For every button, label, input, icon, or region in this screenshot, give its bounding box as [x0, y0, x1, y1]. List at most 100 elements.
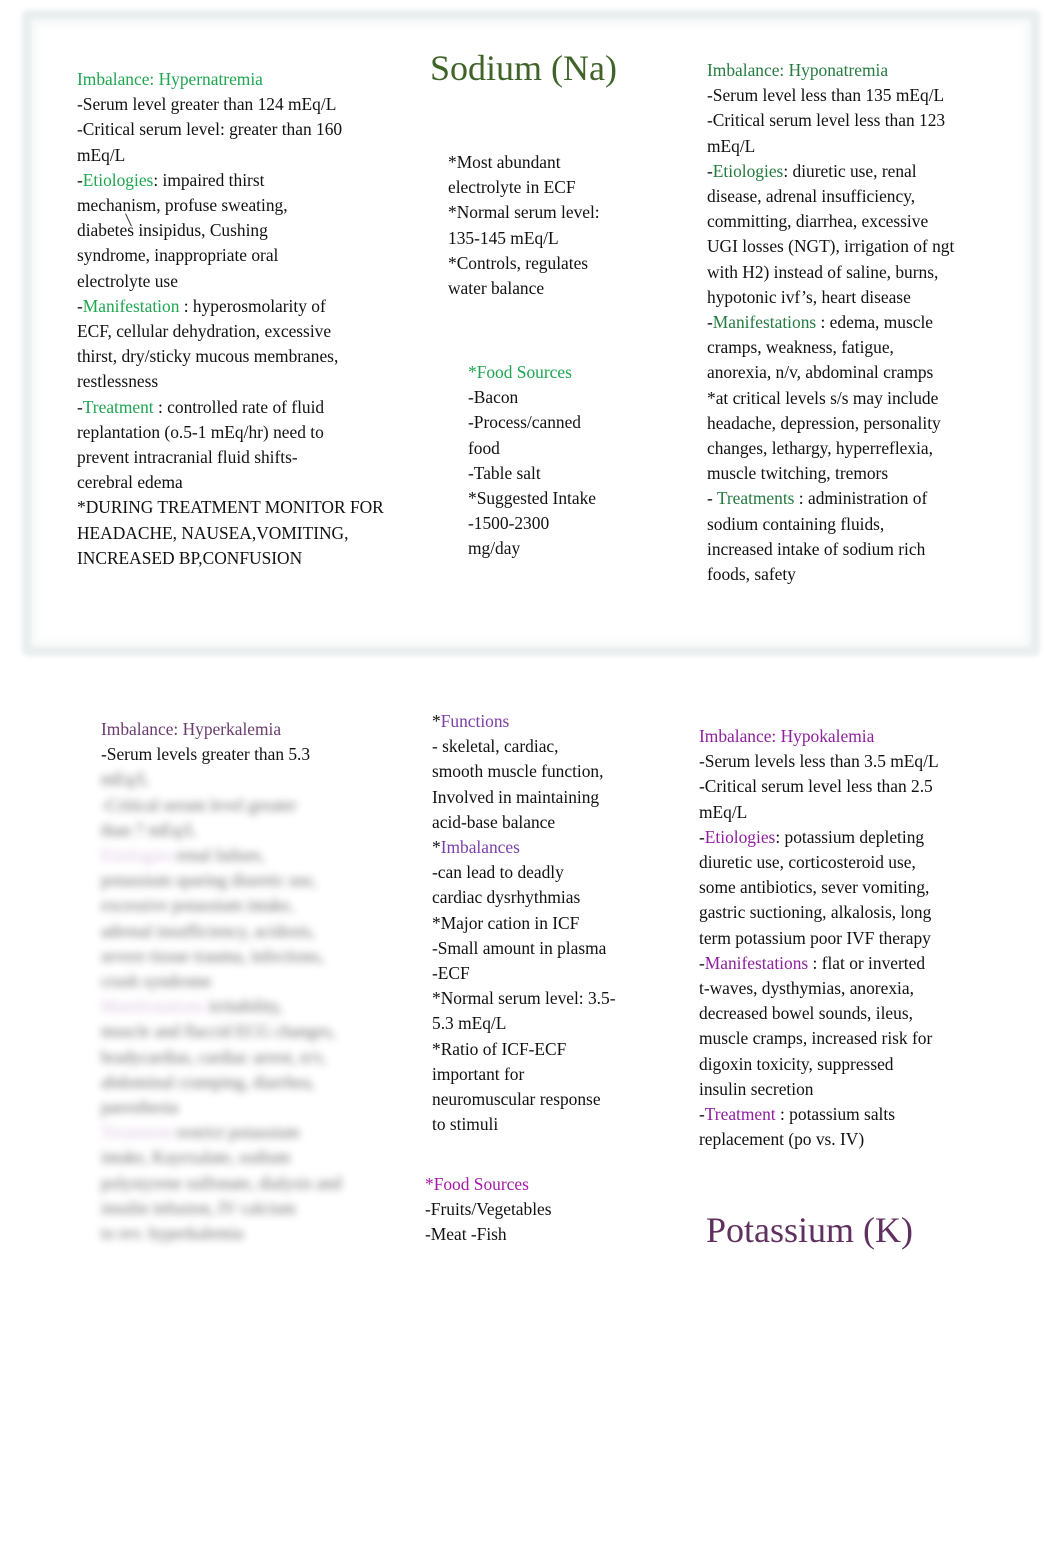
manifestations-text: insulin secretion	[699, 1078, 814, 1099]
sodium-food-item: food	[468, 437, 500, 458]
imbalances-text: cardiac dysrhythmias	[432, 887, 581, 908]
functions-text: Involved in maintaining	[432, 786, 600, 807]
imbalances-text: neuromuscular response	[432, 1089, 601, 1110]
hypernatremia-line: -Serum level greater than 124 mEq/L	[77, 94, 337, 115]
blurred-line: insulin infusion, IV calcium	[101, 1197, 296, 1218]
functions-heading: Functions	[440, 711, 510, 731]
treatment-text: : controlled rate of fluid	[153, 396, 325, 417]
imbalances-text: important for	[432, 1063, 525, 1084]
sodium-fact: *Normal serum level:	[448, 202, 600, 223]
imbalances-text: *Normal serum level: 3.5-	[432, 988, 616, 1009]
hyponatremia-line: -Serum level less than 135 mEq/L	[707, 85, 945, 106]
blurred-highlight: Etiologies	[101, 845, 172, 866]
imbalances-text: -ECF	[432, 963, 470, 984]
treatment-text: prevent intracranial fluid shifts-	[77, 447, 298, 468]
sodium-title: Sodium (Na)	[430, 48, 617, 88]
manifestations-text: cramps, weakness, fatigue,	[707, 337, 894, 358]
treatment-text: replacement (po vs. IV)	[699, 1129, 865, 1150]
blurred-line: than 7 mEq/L	[101, 819, 197, 840]
manifestations-text: headache, depression, personality	[707, 412, 941, 433]
manifestations-label: Manifestations	[704, 952, 809, 973]
etiologies-text: UGI losses (NGT), irrigation of ngt	[707, 236, 955, 257]
hypernatremia-manifestation: -Manifestation : hyperosmolarity of	[77, 295, 326, 316]
imbalances-text: to stimuli	[432, 1114, 499, 1135]
blurred-line: crush syndrome	[101, 971, 212, 992]
blurred-text: restrict potassium	[176, 1122, 300, 1143]
etiologies-text: : impaired thirst	[153, 169, 265, 190]
manifestations-text: muscle twitching, tremors	[707, 463, 889, 484]
etiologies-label: Etiologies	[712, 160, 784, 181]
imbalances-text: *Ratio of ICF-ECF	[432, 1038, 567, 1059]
sodium-food-sources: *Food Sources -Bacon -Process/canned foo…	[468, 360, 596, 562]
sodium-fact: *Most abundant	[448, 152, 561, 172]
hyponatremia-treatments: - Treatments : administration of	[707, 488, 928, 509]
hypernatremia-etiologies: -Etiologies: impaired thirst	[77, 169, 265, 190]
etiologies-text: hypotonic ivf’s, heart disease	[707, 286, 911, 307]
treatment-text: INCREASED BP,CONFUSION	[77, 547, 303, 568]
manifestations-text: changes, lethargy, hyperreflexia,	[707, 438, 933, 459]
etiologies-text: : diuretic use, renal	[783, 160, 917, 181]
blurred-line: adrenal insufficiency, acidosis,	[101, 920, 315, 941]
blurred-line: bradycardias, cardiac arrest, n/v,	[101, 1046, 326, 1067]
blurred-line: muscle and flaccid ECG changes,	[101, 1021, 336, 1042]
hyponatremia-column: Imbalance: Hyponatremia -Serum level les…	[707, 58, 954, 587]
hyperkalemia-line: -Serum levels greater than 5.3	[101, 744, 311, 765]
sodium-facts: *Most abundant electrolyte in ECF *Norma…	[448, 150, 600, 301]
functions-text: - skeletal, cardiac,	[432, 736, 559, 757]
sodium-fact: water balance	[448, 278, 545, 299]
imbalances-heading-line: *Imbalances	[432, 837, 520, 858]
sodium-food-heading: *Food Sources	[468, 362, 572, 382]
sodium-food-item: mg/day	[468, 538, 521, 559]
sodium-food-item: -1500-2300	[468, 513, 550, 534]
imbalances-text: -Small amount in plasma	[432, 937, 607, 958]
sodium-fact: electrolyte in ECF	[448, 177, 576, 198]
blurred-highlight: Treatment	[101, 1122, 172, 1143]
blurred-line: intake, Kayexalate, sodium	[101, 1147, 291, 1168]
hyponatremia-etiologies: -Etiologies: diuretic use, renal	[707, 160, 917, 181]
manifestations-text: t-waves, dysthymias, anorexia,	[699, 978, 914, 999]
etiologies-text: : potassium depleting	[775, 826, 925, 847]
manifestations-text: muscle cramps, increased risk for	[699, 1028, 933, 1049]
blurred-line: abdominal cramping, diarrhea,	[101, 1071, 315, 1092]
blurred-highlight: Manifestations	[101, 996, 205, 1017]
etiologies-label: Etiologies	[82, 169, 154, 190]
hypokalemia-line: -Critical serum level less than 2.5	[699, 776, 933, 797]
etiologies-text: mechanism, profuse sweating,	[77, 195, 288, 216]
blurred-line: Treatment restrict potassium	[101, 1120, 342, 1145]
imbalances-text: -can lead to deadly	[432, 862, 564, 883]
hypernatremia-line: -Critical serum level: greater than 160	[77, 119, 343, 140]
hyponatremia-manifestations: -Manifestations : edema, muscle	[707, 312, 934, 333]
hyperkalemia-heading: Imbalance: Hyperkalemia	[101, 719, 282, 739]
hypokalemia-manifestations: -Manifestations : flat or inverted	[699, 952, 926, 973]
treatments-text: : administration of	[794, 488, 928, 509]
blurred-line: -Critical serum level greater	[101, 794, 297, 815]
sodium-food-item: -Bacon	[468, 387, 519, 408]
hypokalemia-line: -Serum levels less than 3.5 mEq/L	[699, 751, 939, 772]
hypokalemia-line: mEq/L	[699, 801, 748, 822]
treatments-text: sodium containing fluids,	[707, 513, 885, 534]
blurred-line: to rev. hyperkalemia	[101, 1223, 244, 1244]
blurred-text: renal failure,	[175, 845, 265, 866]
hypernatremia-line: mEq/L	[77, 144, 126, 165]
hypernatremia-treatment: -Treatment : controlled rate of fluid	[77, 396, 325, 417]
etiologies-text: gastric suctioning, alkalosis, long	[699, 902, 932, 923]
hypernatremia-heading: Imbalance: Hypernatremia	[77, 69, 263, 89]
etiologies-label: Etiologies	[704, 826, 776, 847]
manifestations-text: : edema, muscle	[816, 312, 934, 333]
potassium-food-item: -Fruits/Vegetables	[425, 1199, 552, 1220]
treatment-text: replantation (o.5-1 mEq/hr) need to	[77, 421, 324, 442]
imbalances-text: 5.3 mEq/L	[432, 1013, 507, 1034]
blurred-line: polystyrene sulfonate, dialysis and	[101, 1172, 342, 1193]
manifestation-text: ECF, cellular dehydration, excessive	[77, 321, 332, 342]
hypokalemia-etiologies: -Etiologies: potassium depleting	[699, 826, 925, 847]
blurred-line: Etiologies renal failure,	[101, 843, 342, 868]
etiologies-text: diuretic use, corticosteroid use,	[699, 852, 916, 873]
treatments-text: foods, safety	[707, 564, 796, 585]
blurred-line: Manifestations irritability,	[101, 994, 342, 1019]
sodium-food-item: -Process/canned	[468, 412, 581, 433]
manifestations-label: Manifestations	[712, 312, 817, 333]
blurred-line: mEq/L	[101, 769, 150, 790]
functions-text: smooth muscle function,	[432, 761, 604, 782]
hyperkalemia-column: Imbalance: Hyperkalemia -Serum levels gr…	[101, 717, 342, 1246]
potassium-food-sources: *Food Sources -Fruits/Vegetables -Meat -…	[425, 1172, 552, 1248]
